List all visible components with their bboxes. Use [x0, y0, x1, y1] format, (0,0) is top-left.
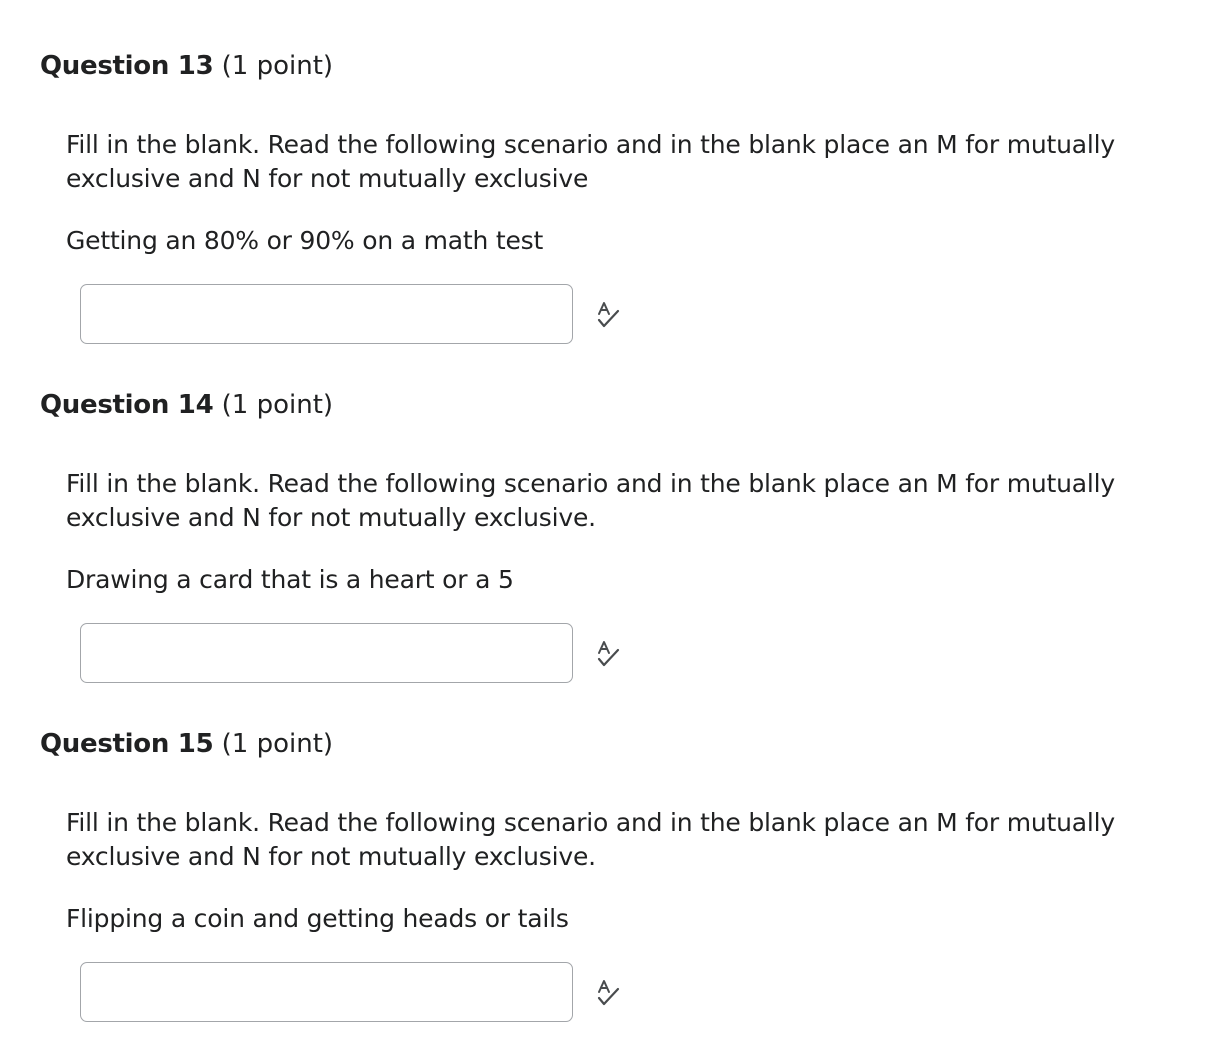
- question-scenario: Flipping a coin and getting heads or tai…: [66, 904, 569, 933]
- question-prompt: Fill in the blank. Read the following sc…: [66, 130, 1115, 193]
- question-number: Question 15: [40, 729, 214, 759]
- spellcheck-icon[interactable]: [595, 978, 625, 1008]
- spellcheck-icon[interactable]: [595, 300, 625, 330]
- question-prompt: Fill in the blank. Read the following sc…: [66, 469, 1115, 532]
- question-points: (1 point): [221, 729, 334, 759]
- answer-blank-input[interactable]: [80, 623, 573, 683]
- answer-blank-input[interactable]: [80, 284, 573, 344]
- question-points: (1 point): [221, 390, 334, 420]
- answer-blank-input[interactable]: [80, 962, 573, 1022]
- question-number: Question 13: [40, 51, 214, 81]
- question-number: Question 14: [40, 390, 214, 420]
- question-prompt: Fill in the blank. Read the following sc…: [66, 808, 1115, 871]
- question-title: Question 13 (1 point): [40, 50, 333, 82]
- question-scenario: Drawing a card that is a heart or a 5: [66, 565, 514, 594]
- question-title: Question 14 (1 point): [40, 389, 333, 421]
- question-points: (1 point): [221, 51, 334, 81]
- question-scenario: Getting an 80% or 90% on a math test: [66, 226, 544, 255]
- spellcheck-icon[interactable]: [595, 639, 625, 669]
- question-title: Question 15 (1 point): [40, 728, 333, 760]
